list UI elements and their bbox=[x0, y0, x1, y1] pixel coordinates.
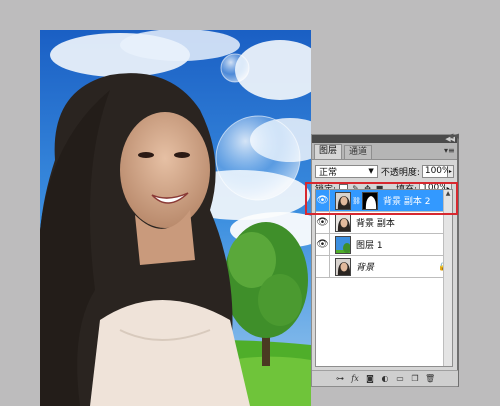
tab-channels[interactable]: 通道 bbox=[344, 145, 373, 159]
visibility-toggle-empty[interactable] bbox=[316, 255, 330, 278]
group-folder-icon[interactable]: ▭ bbox=[395, 374, 405, 384]
layers-scrollbar[interactable]: ▲ bbox=[443, 190, 452, 366]
fx-icon[interactable]: fx bbox=[350, 374, 360, 384]
layer-row[interactable]: 👁 背景 副本 bbox=[316, 211, 452, 234]
document-canvas[interactable] bbox=[40, 30, 311, 406]
opacity-arrow-icon[interactable]: ▸ bbox=[447, 164, 454, 178]
selected-layer-highlight bbox=[305, 182, 458, 215]
eye-icon[interactable]: 👁 bbox=[316, 233, 330, 256]
chevron-down-icon: ▼ bbox=[368, 167, 374, 175]
panel-bottom-bar: ⊶ fx ◙ ◐ ▭ ❐ 🗑 bbox=[312, 370, 458, 386]
blend-mode-value: 正常 bbox=[319, 167, 338, 178]
layer-thumbnail bbox=[335, 213, 351, 232]
link-layers-icon[interactable]: ⊶ bbox=[335, 374, 345, 384]
new-layer-icon[interactable]: ❐ bbox=[410, 374, 420, 384]
opacity-label: 不透明度: bbox=[380, 167, 420, 178]
panel-menu-icon[interactable]: ▾≡ bbox=[444, 146, 455, 156]
layer-name: 图层 1 bbox=[356, 241, 383, 251]
panel-title-bar[interactable]: ◀◀ bbox=[312, 135, 457, 143]
layers-list: 👁 ⛓ 背景 副本 2 👁 背景 副本 👁 图层 1 背景 ▲ bbox=[315, 189, 453, 367]
adjustment-icon[interactable]: ◐ bbox=[380, 374, 390, 384]
canvas-photo bbox=[40, 30, 311, 406]
layer-row[interactable]: 👁 图层 1 bbox=[316, 233, 452, 256]
tab-layers[interactable]: 图层 bbox=[314, 144, 343, 159]
layer-name: 背景 副本 bbox=[356, 219, 395, 229]
layers-panel: ◀◀ 图层 通道 ▾≡ 正常 ▼ 不透明度: 100% ▸ 锁定: ✎ ✥ ■ … bbox=[311, 134, 459, 387]
panel-collapse-arrows[interactable]: ◀◀ bbox=[448, 132, 459, 140]
panel-tab-row: 图层 通道 ▾≡ bbox=[312, 143, 457, 160]
layer-row[interactable]: 背景 🔒 bbox=[316, 255, 452, 278]
layer-thumbnail bbox=[335, 235, 351, 254]
layer-name: 背景 bbox=[356, 263, 375, 273]
layer-thumbnail bbox=[335, 257, 351, 276]
blend-opacity-row: 正常 ▼ 不透明度: 100% ▸ bbox=[312, 163, 457, 179]
blend-mode-select[interactable]: 正常 ▼ bbox=[315, 164, 378, 178]
opacity-field[interactable]: 100% bbox=[421, 164, 451, 178]
add-mask-icon[interactable]: ◙ bbox=[365, 374, 375, 384]
trash-icon[interactable]: 🗑 bbox=[425, 374, 435, 384]
